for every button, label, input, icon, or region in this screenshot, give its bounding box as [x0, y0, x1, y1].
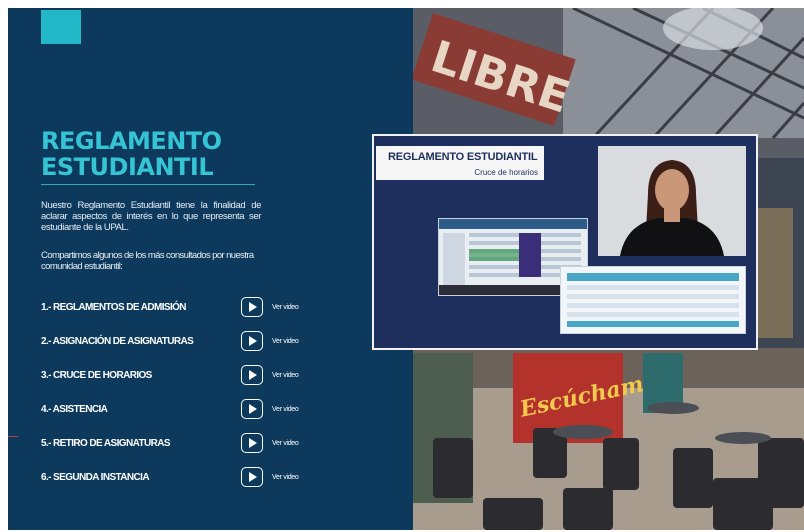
video-link[interactable]: Ver video: [272, 304, 299, 311]
play-icon: [249, 438, 257, 448]
topic-label: 4.- ASISTENCIA: [41, 403, 108, 415]
play-icon: [249, 302, 257, 312]
topic-row: 4.- ASISTENCIA Ver video: [41, 392, 341, 426]
video-preview[interactable]: REGLAMENTO ESTUDIANTIL Cruce de horarios: [372, 134, 758, 350]
slide: REGLAMENTO ESTUDIANTIL Nuestro Reglament…: [8, 8, 804, 530]
play-button[interactable]: [241, 297, 263, 317]
video-subtitle: Cruce de horarios: [474, 168, 538, 177]
topic-row: 5.- RETIRO DE ASIGNATURAS Ver video: [41, 426, 341, 460]
play-button[interactable]: [241, 467, 263, 487]
video-link[interactable]: Ver video: [272, 406, 299, 413]
presenter-video: [598, 146, 746, 256]
topic-label: 5.- RETIRO DE ASIGNATURAS: [41, 437, 171, 449]
play-icon: [249, 336, 257, 346]
play-button[interactable]: [241, 399, 263, 419]
accent-square: [41, 10, 81, 44]
video-title: REGLAMENTO ESTUDIANTIL: [388, 151, 538, 163]
play-button[interactable]: [241, 331, 263, 351]
video-link[interactable]: Ver video: [272, 338, 299, 345]
video-link[interactable]: Ver video: [272, 474, 299, 481]
topic-row: 1.- REGLAMENTOS DE ADMISIÓN Ver video: [41, 290, 341, 324]
page-title: REGLAMENTO ESTUDIANTIL: [41, 127, 222, 181]
topic-label: 6.- SEGUNDA INSTANCIA: [41, 471, 150, 483]
video-title-box: REGLAMENTO ESTUDIANTIL Cruce de horarios: [376, 146, 544, 180]
video-link[interactable]: Ver video: [272, 440, 299, 447]
accent-line: [8, 436, 18, 437]
play-button[interactable]: [241, 433, 263, 453]
info-panel: REGLAMENTO ESTUDIANTIL Nuestro Reglament…: [8, 8, 413, 530]
presenter-illustration: [598, 146, 746, 256]
title-divider: [41, 184, 255, 185]
topic-list: 1.- REGLAMENTOS DE ADMISIÓN Ver video 2.…: [41, 290, 341, 494]
intro-text: Nuestro Reglamento Estudiantil tiene la …: [41, 200, 261, 233]
play-icon: [249, 404, 257, 414]
intro-text-2: Compartimos algunos de los más consultad…: [41, 250, 254, 272]
play-icon: [249, 472, 257, 482]
play-button[interactable]: [241, 365, 263, 385]
topic-label: 1.- REGLAMENTOS DE ADMISIÓN: [41, 301, 187, 313]
timetable-illustration: [567, 273, 739, 327]
topic-row: 2.- ASIGNACIÓN DE ASIGNATURAS Ver video: [41, 324, 341, 358]
video-link[interactable]: Ver video: [272, 372, 299, 379]
topic-label: 2.- ASIGNACIÓN DE ASIGNATURAS: [41, 335, 194, 347]
play-icon: [249, 370, 257, 380]
timetable-thumbnail: [560, 266, 746, 334]
topic-label: 3.- CRUCE DE HORARIOS: [41, 369, 152, 381]
topic-row: 3.- CRUCE DE HORARIOS Ver video: [41, 358, 341, 392]
topic-row: 6.- SEGUNDA INSTANCIA Ver video: [41, 460, 341, 494]
